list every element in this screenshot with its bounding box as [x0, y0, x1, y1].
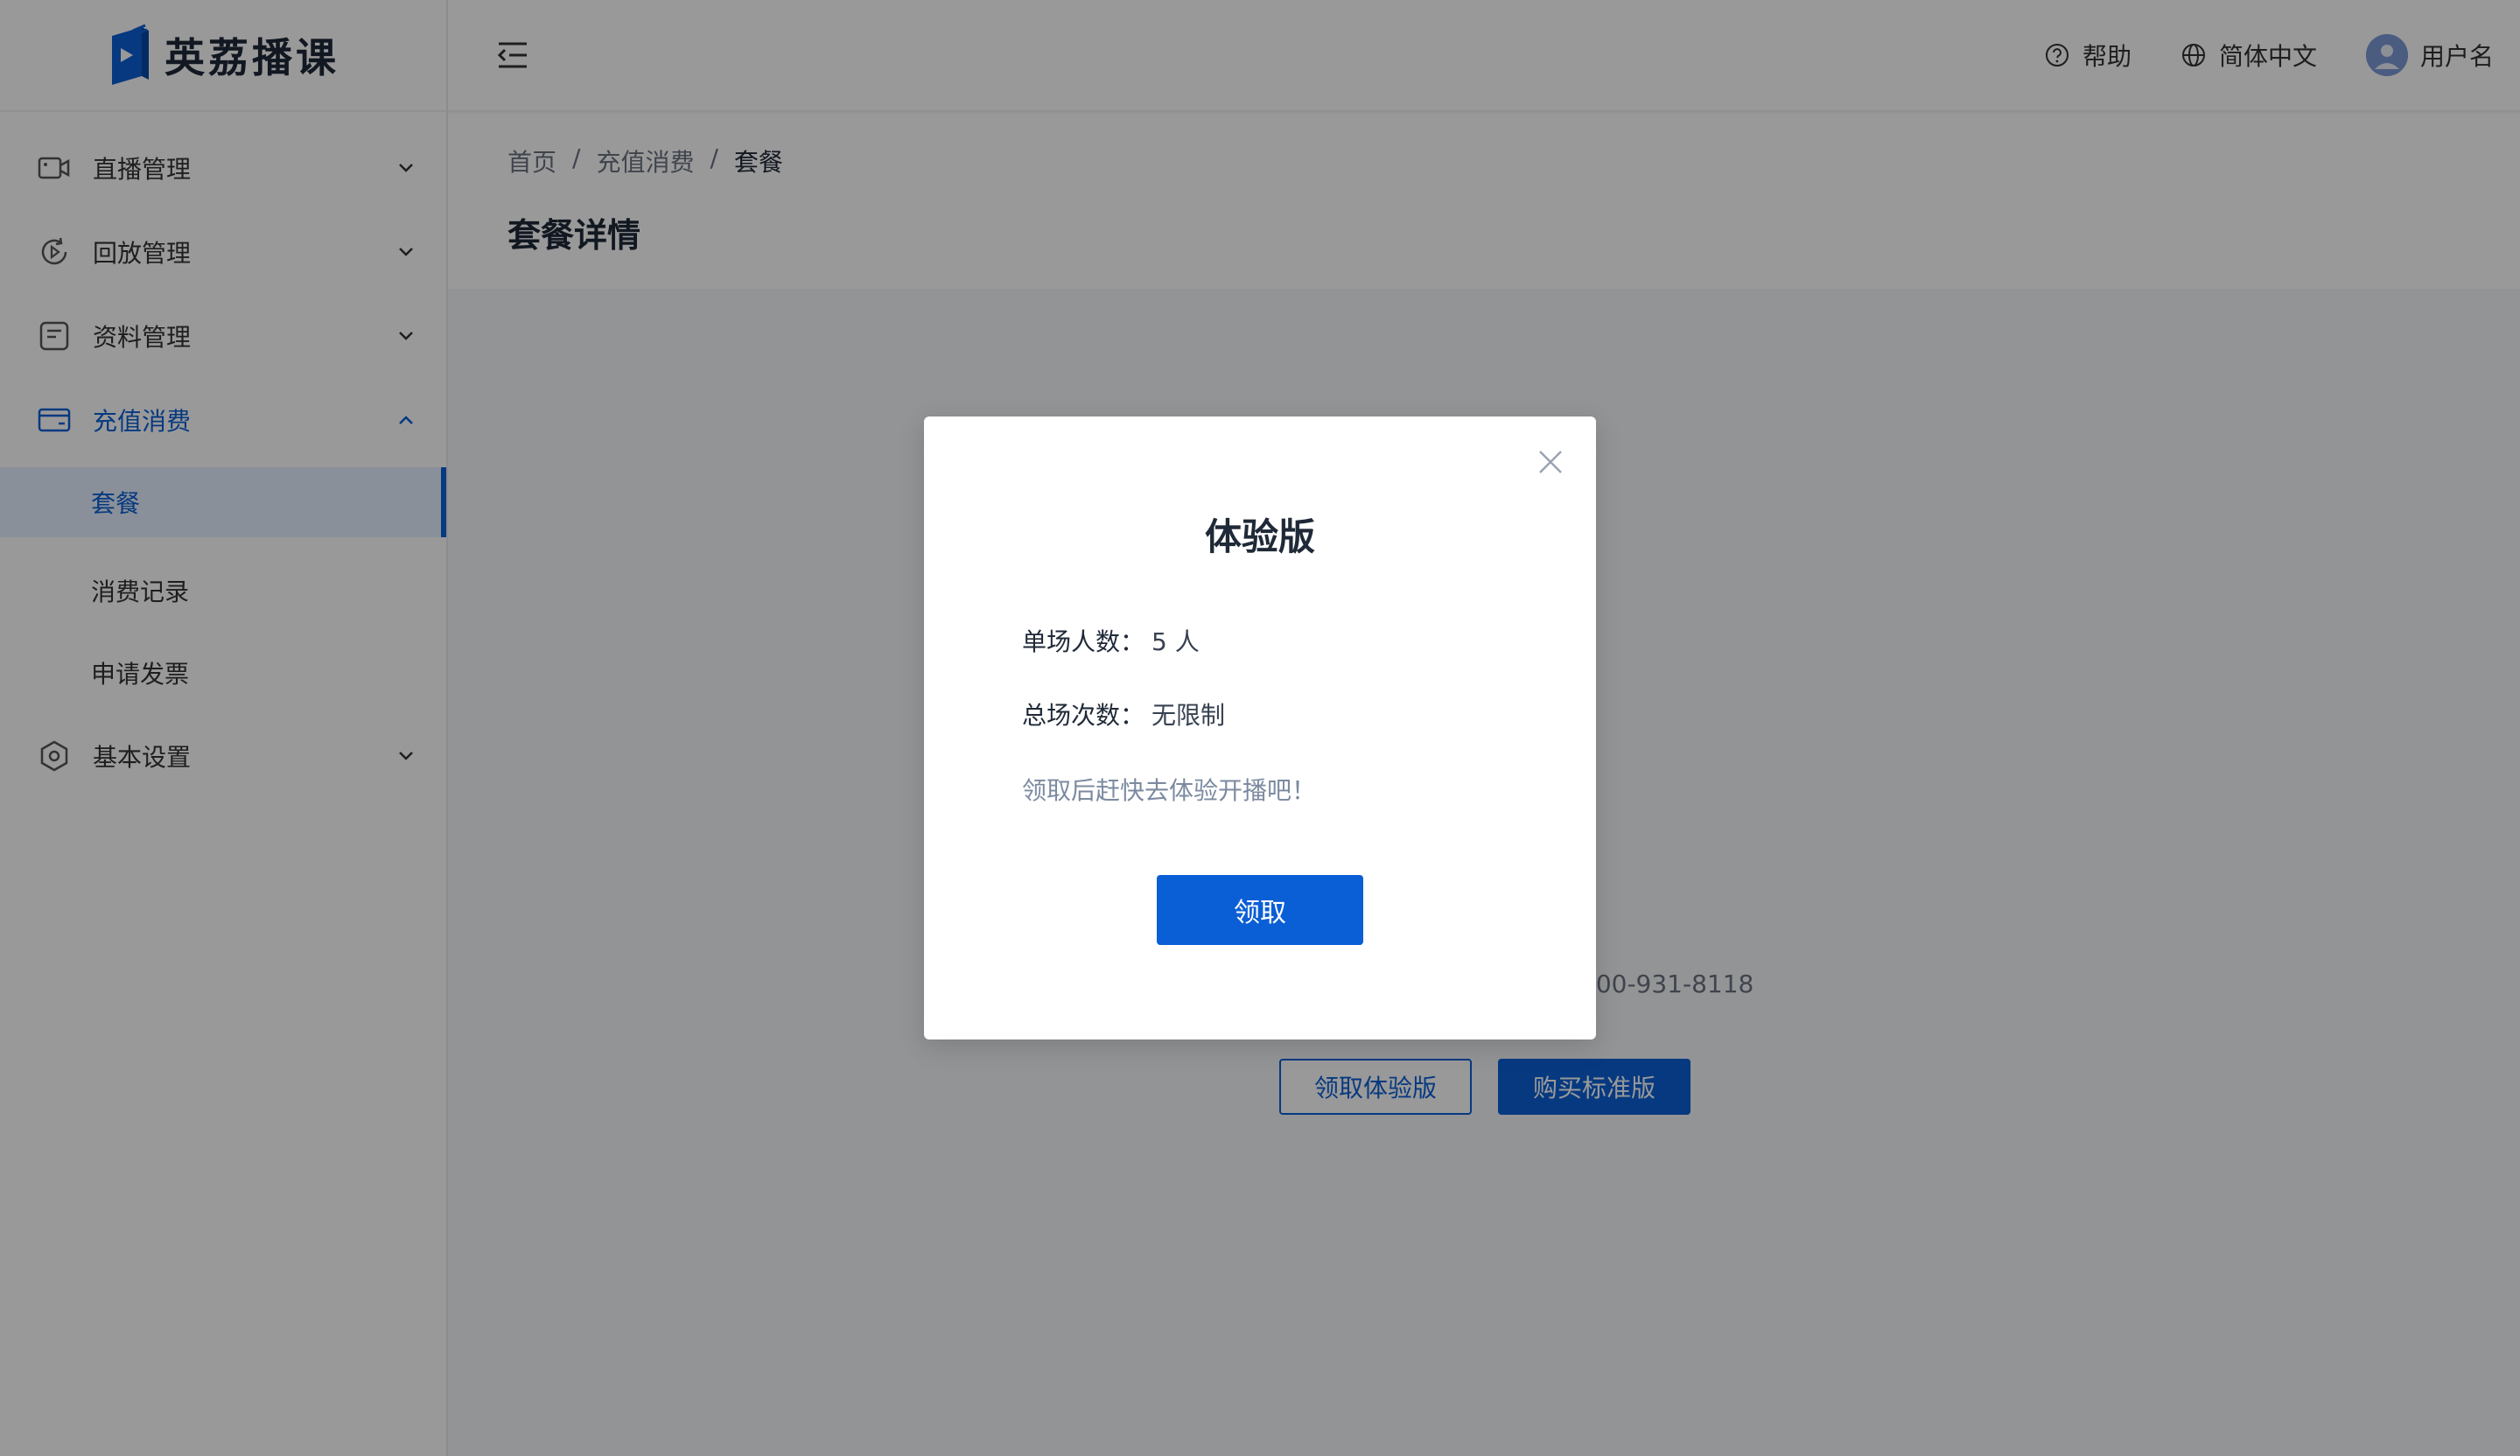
close-button[interactable]	[1533, 444, 1568, 480]
row-value: 5 人	[1152, 627, 1200, 656]
trial-modal: 体验版 单场人数： 5 人 总场次数： 无限制 领取后赶快去体验开播吧！ 领取	[924, 416, 1596, 1040]
modal-title: 体验版	[1204, 515, 1315, 558]
close-icon	[1539, 451, 1562, 473]
row-value: 无限制	[1152, 701, 1226, 730]
row-key: 单场人数：	[1022, 627, 1145, 656]
row-key: 总场次数：	[1022, 701, 1145, 730]
modal-row-participants: 单场人数： 5 人	[1022, 623, 1200, 658]
modal-row-sessions: 总场次数： 无限制	[1022, 696, 1225, 732]
modal-hint: 领取后赶快去体验开播吧！	[1022, 776, 1317, 805]
claim-button[interactable]: 领取	[1157, 875, 1363, 945]
